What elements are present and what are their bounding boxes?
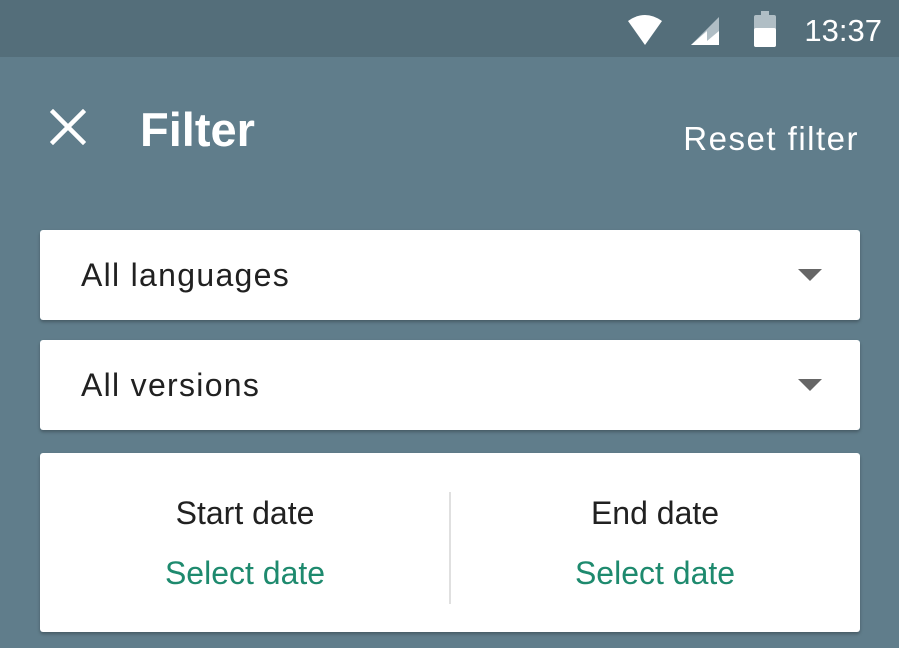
language-dropdown[interactable]: All languages [40, 230, 860, 320]
start-date-label: Start date [175, 495, 315, 531]
version-selected-value: All versions [81, 367, 261, 403]
status-bar: 13:37 [0, 0, 899, 57]
dropdown-arrow-icon [798, 379, 822, 391]
date-range-card: Start date Select date End date Select d… [40, 453, 860, 632]
start-date-picker[interactable]: Start date Select date [40, 453, 450, 632]
end-date-label: End date [590, 495, 720, 531]
wifi-icon [628, 14, 662, 51]
battery-icon [754, 11, 776, 52]
cell-signal-icon [689, 15, 721, 52]
toolbar: Filter Reset filter [0, 57, 899, 207]
close-icon [49, 108, 87, 150]
end-date-picker[interactable]: End date Select date [450, 453, 860, 632]
end-date-select-link[interactable]: Select date [450, 551, 860, 595]
status-time: 13:37 [804, 13, 882, 48]
dropdown-arrow-icon [798, 269, 822, 281]
start-date-select-link[interactable]: Select date [40, 551, 450, 595]
close-button[interactable] [40, 101, 96, 157]
language-selected-value: All languages [81, 257, 291, 293]
version-dropdown[interactable]: All versions [40, 340, 860, 430]
reset-filter-button[interactable]: Reset filter [683, 117, 859, 161]
page-title: Filter [140, 103, 255, 156]
